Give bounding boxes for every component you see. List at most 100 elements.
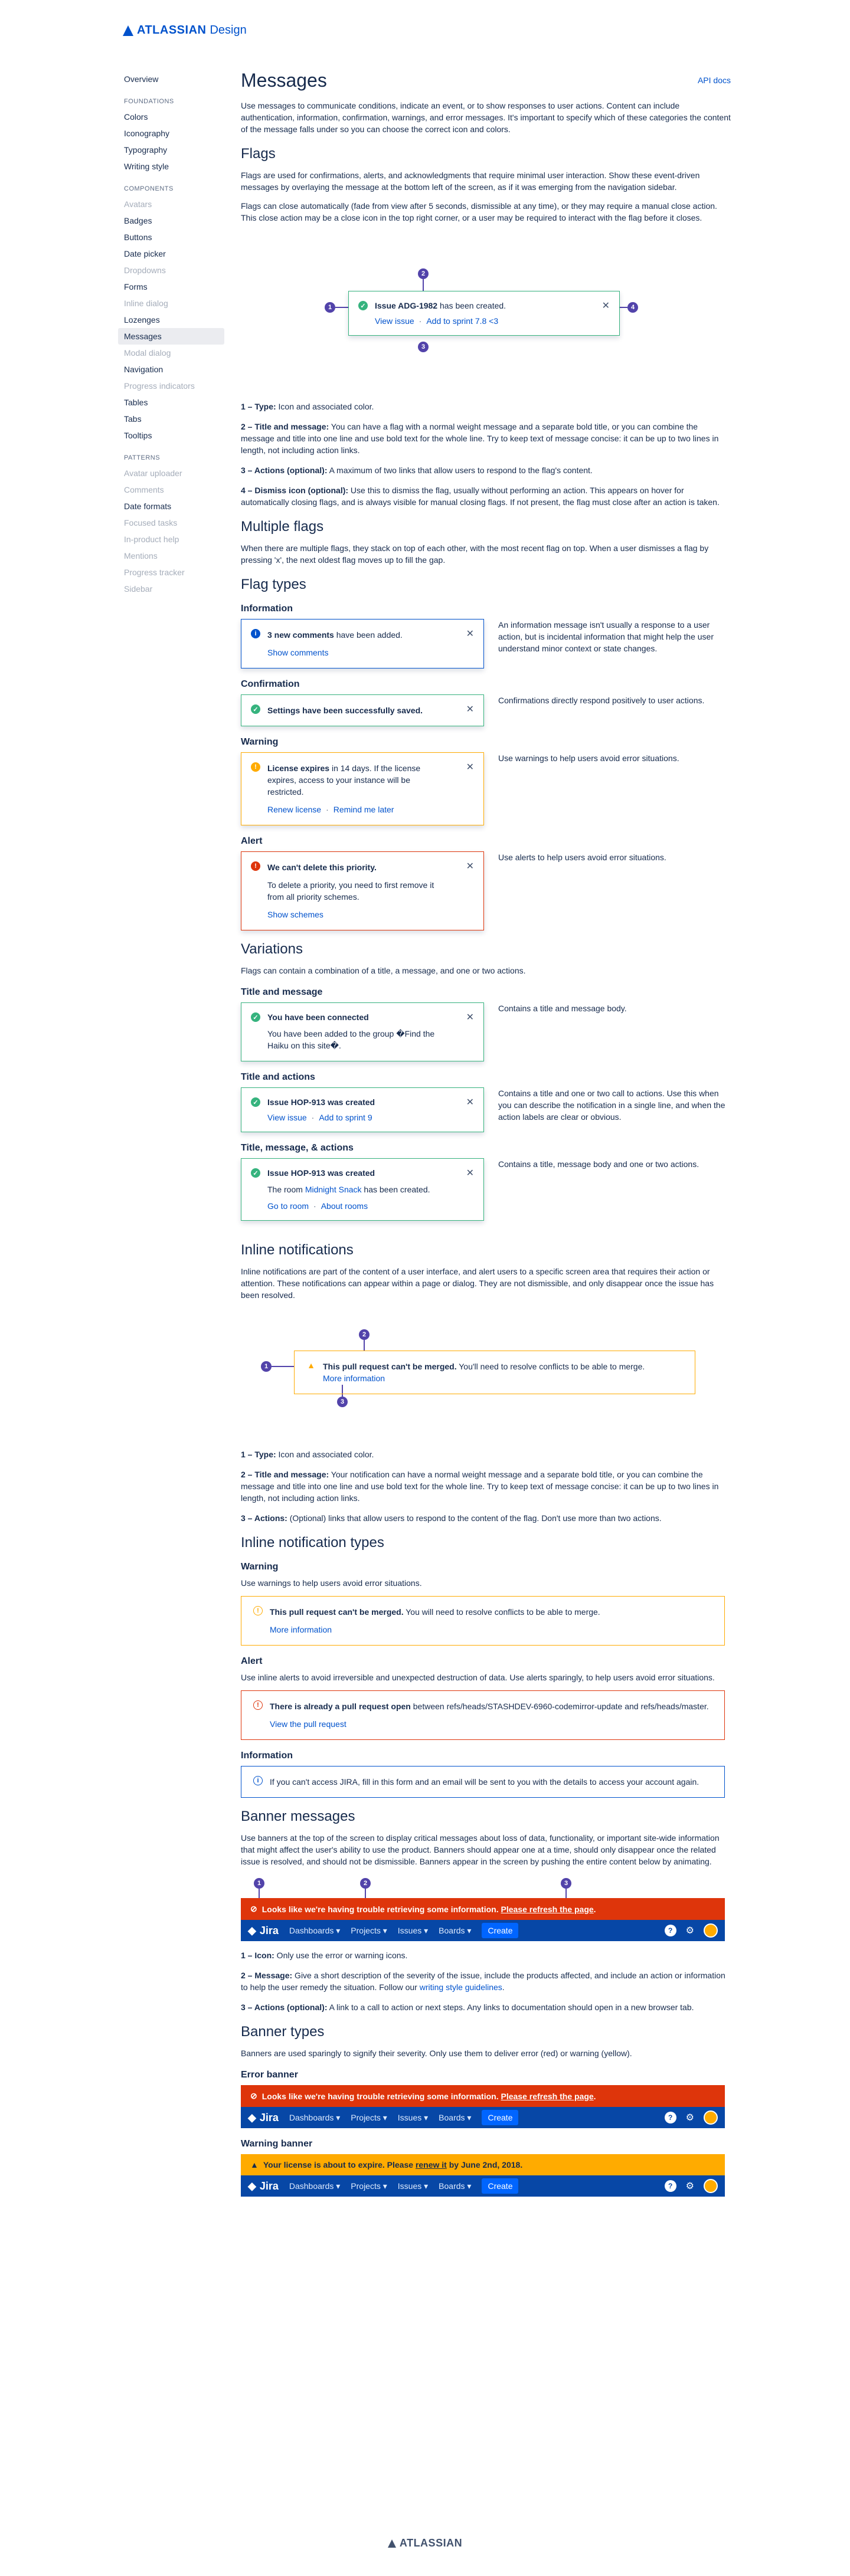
close-icon[interactable]: ✕ [466,860,474,872]
sidebar-item[interactable]: Date picker [118,245,224,262]
api-docs-link[interactable]: API docs [698,76,731,85]
sidebar-item[interactable]: Badges [118,212,224,229]
sidebar-item[interactable]: Colors [118,109,224,125]
sidebar-item[interactable]: Tables [118,394,224,411]
sidebar-item[interactable]: Avatars [118,196,224,212]
help-icon[interactable]: ? [664,2180,676,2192]
annotation-line [364,1340,365,1351]
footer-logo[interactable]: ATLASSIAN [0,2537,850,2549]
close-icon[interactable]: ✕ [466,1167,474,1179]
flag-type-label: Warning [241,737,279,747]
flag-action-link[interactable]: Show comments [267,648,328,657]
intro-text: Use messages to communicate conditions, … [241,101,731,134]
flag-action-link[interactable]: Renew license [267,805,321,814]
inline-type-description: Use inline alerts to avoid irreversible … [241,1673,715,1682]
flag-action-link[interactable]: View issue [267,1113,307,1122]
jira-nav-item[interactable]: Dashboards ▾ [289,2113,340,2123]
sidebar-item[interactable]: Date formats [118,498,224,514]
sidebar-section-title: FOUNDATIONS [124,98,174,105]
close-icon[interactable]: ✕ [466,1096,474,1108]
sidebar-item[interactable]: Focused tasks [118,514,224,531]
jira-logo[interactable]: ◆ Jira [248,1925,279,1937]
sidebar-item[interactable]: Lozenges [118,312,224,328]
jira-nav-item[interactable]: Projects ▾ [351,2181,387,2191]
variation-description: Contains a title, message body and one o… [498,1159,699,1169]
variation-label: Title and message [241,987,323,997]
writing-style-link[interactable]: writing style guidelines [420,1982,502,1992]
jira-nav-item[interactable]: Projects ▾ [351,2113,387,2123]
avatar[interactable] [704,2179,718,2193]
sidebar-item-overview[interactable]: Overview [118,71,224,87]
sidebar-item[interactable]: Mentions [118,548,224,564]
flag-action-add-sprint[interactable]: Add to sprint 7.8 <3 [426,316,498,326]
flag-action-link[interactable]: Go to room [267,1201,309,1211]
settings-icon[interactable]: ⚙ [686,1925,694,1936]
jira-logo[interactable]: ◆ Jira [248,2180,279,2192]
flag-action-link[interactable]: Add to sprint 9 [319,1113,372,1122]
close-icon[interactable]: ✕ [602,300,610,312]
banner-text-wrap: Looks like we're having trouble retrievi… [262,1905,596,1914]
jira-nav-item[interactable]: Issues ▾ [398,2181,428,2191]
main-content: Messages API docs Use messages to commun… [241,70,731,2205]
help-icon[interactable]: ? [664,2112,676,2123]
sidebar-item[interactable]: Sidebar [118,581,224,597]
create-button[interactable]: Create [482,2110,519,2125]
create-button[interactable]: Create [482,1923,519,1938]
flag-action-link[interactable]: About rooms [321,1201,368,1211]
sidebar-item[interactable]: Navigation [118,361,224,378]
jira-nav-item[interactable]: Boards ▾ [439,2181,471,2191]
renew-link[interactable]: renew it [416,2160,447,2169]
sidebar-item[interactable]: Progress indicators [118,378,224,394]
inline-action-link[interactable]: View the pull request [270,1718,709,1730]
sidebar-item[interactable]: Messages [118,328,224,345]
flag-content: Settings have been successfully saved. [267,704,423,716]
sidebar-item[interactable]: Comments [118,481,224,498]
annotation-line [259,1889,260,1898]
jira-logo[interactable]: ◆ Jira [248,2112,279,2124]
inline-type-label: Alert [241,1656,263,1666]
sidebar-item[interactable]: Tooltips [118,427,224,444]
banner-end: . [593,2091,596,2101]
jira-nav-item[interactable]: Boards ▾ [439,2113,471,2123]
help-icon[interactable]: ? [664,1925,676,1936]
inline-action-link[interactable]: More information [323,1372,645,1384]
avatar[interactable] [704,2110,718,2125]
jira-nav-item[interactable]: Issues ▾ [398,2113,428,2123]
refresh-link[interactable]: Please refresh the page [501,2092,593,2101]
close-icon[interactable]: ✕ [466,703,474,715]
annotation-line [365,1889,366,1898]
inline-action-link[interactable]: More information [270,1624,600,1636]
jira-nav-item[interactable]: Issues ▾ [398,1926,428,1936]
settings-icon[interactable]: ⚙ [686,2112,694,2123]
sidebar-item[interactable]: Dropdowns [118,262,224,278]
flag-body-link[interactable]: Midnight Snack [305,1185,362,1194]
settings-icon[interactable]: ⚙ [686,2180,694,2192]
jira-nav-item[interactable]: Dashboards ▾ [289,1926,340,1936]
flag-action-link[interactable]: Show schemes [267,910,323,919]
jira-nav-item[interactable]: Projects ▾ [351,1926,387,1936]
jira-product-name: Jira [259,1924,279,1936]
inline-message-text: You will need to resolve conflicts to be… [403,1607,600,1617]
sidebar-item[interactable]: Inline dialog [118,295,224,312]
sidebar-item[interactable]: Buttons [118,229,224,245]
sidebar-item[interactable]: Tabs [118,411,224,427]
sidebar-item[interactable]: Typography [118,142,224,158]
sidebar-item[interactable]: Avatar uploader [118,465,224,481]
refresh-link[interactable]: Please refresh the page [501,1905,593,1914]
jira-nav-item[interactable]: Boards ▾ [439,1926,471,1936]
close-icon[interactable]: ✕ [466,761,474,773]
sidebar-item[interactable]: Iconography [118,125,224,142]
close-icon[interactable]: ✕ [466,1011,474,1023]
jira-nav-item[interactable]: Dashboards ▾ [289,2181,340,2191]
create-button[interactable]: Create [482,2178,519,2194]
sidebar-item[interactable]: Writing style [118,158,224,175]
atlassian-design-logo[interactable]: ATLASSIAN Design [123,24,247,37]
sidebar-item[interactable]: Progress tracker [118,564,224,581]
avatar[interactable] [704,1923,718,1938]
flag-action-link[interactable]: Remind me later [334,805,394,814]
sidebar-item[interactable]: In-product help [118,531,224,548]
close-icon[interactable]: ✕ [466,628,474,640]
sidebar-item[interactable]: Modal dialog [118,345,224,361]
sidebar-item[interactable]: Forms [118,278,224,295]
flag-action-view-issue[interactable]: View issue [375,316,414,326]
